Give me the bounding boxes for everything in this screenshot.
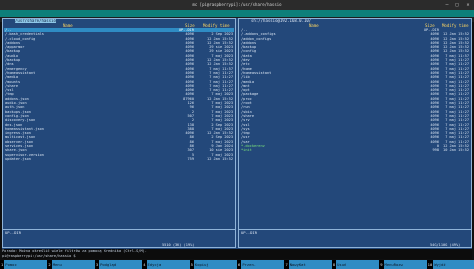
fkey-4[interactable]: 4 Edycja bbox=[142, 260, 190, 269]
file-name: updater.json bbox=[5, 156, 31, 161]
terminal-window: mc [pi@raspberrypi]:/usr/share/hassio – … bbox=[0, 0, 474, 269]
right-panel-path[interactable]: sh://hassio@192.168.0.10/ bbox=[251, 19, 311, 23]
fkey-number: 10 bbox=[427, 262, 433, 267]
close-icon[interactable]: ✕ bbox=[465, 2, 471, 8]
file-mtime: 12 Jan 15:52 bbox=[207, 156, 233, 161]
fkey-1[interactable]: 1 Pomoc bbox=[0, 260, 48, 269]
file-mtime: 10 Jan 15:52 bbox=[443, 148, 469, 153]
fkey-8[interactable]: 8 Usuń bbox=[332, 260, 380, 269]
right-file-list[interactable]: /.. UP--DIR/.addons_configs 4096 12 Jan 15:… bbox=[240, 28, 470, 153]
right-panel[interactable]: sh://hassio@192.168.0.10/ Name Size Modi… bbox=[238, 18, 472, 248]
fkey-6[interactable]: 6 Przen. bbox=[237, 260, 285, 269]
fkey-label: Pomoc bbox=[4, 260, 48, 269]
right-panel-divider bbox=[239, 229, 471, 230]
file-row[interactable]: *init 998 10 Jan 15:52 bbox=[240, 148, 470, 152]
fkey-10[interactable]: 10 Wyjdź bbox=[427, 260, 474, 269]
fkey-label: Kopiuj bbox=[193, 260, 238, 269]
window-title: mc [pi@raspberrypi]:/usr/share/hassio bbox=[192, 2, 282, 7]
fkey-label: Przen. bbox=[241, 260, 285, 269]
fkey-label: NowyKat bbox=[288, 260, 332, 269]
file-size: 998 bbox=[432, 148, 440, 153]
mc-screen: /usr/share/hassio Name Size Modify time … bbox=[2, 18, 472, 259]
file-size: 759 bbox=[187, 156, 195, 161]
left-panel-divider bbox=[3, 229, 235, 230]
left-panel[interactable]: /usr/share/hassio Name Size Modify time … bbox=[2, 18, 236, 248]
fkey-7[interactable]: 7 NowyKat bbox=[284, 260, 332, 269]
fkey-5[interactable]: 5 Kopiuj bbox=[190, 260, 238, 269]
file-name: *init bbox=[241, 148, 252, 153]
fkey-2[interactable]: 2 Menu bbox=[47, 260, 95, 269]
fkey-label: Edycja bbox=[146, 260, 190, 269]
left-disk-summary: 5510 (3K) (19%) bbox=[161, 243, 196, 247]
left-panel-path[interactable]: /usr/share/hassio bbox=[15, 19, 56, 23]
fkey-label: Wyjdź bbox=[433, 260, 474, 269]
window-titlebar: mc [pi@raspberrypi]:/usr/share/hassio – … bbox=[0, 0, 474, 10]
left-file-list[interactable]: /.. UP--DIR/.bash_credentials 4096 2 Sep 20… bbox=[4, 28, 234, 161]
fkey-label: MenuRozw bbox=[383, 260, 427, 269]
function-key-bar: 1 Pomoc 2 Menu 3 Podgląd 4 Edycja 5 Kopiuj 6 Przen.… bbox=[0, 260, 474, 269]
right-disk-summary: 54G/110G (49%) bbox=[429, 243, 462, 247]
fkey-3[interactable]: 3 Podgląd bbox=[95, 260, 143, 269]
fkey-label: Usuń bbox=[336, 260, 380, 269]
command-line[interactable]: pi@raspberrypi:/usr/share/hassio $ bbox=[2, 254, 472, 259]
maximize-icon[interactable]: □ bbox=[454, 2, 460, 8]
fkey-label: Menu bbox=[51, 260, 95, 269]
file-row[interactable]: updater.json 759 12 Jan 15:52 bbox=[4, 157, 234, 161]
mc-menubar[interactable] bbox=[0, 10, 474, 17]
minimize-icon[interactable]: – bbox=[444, 2, 450, 8]
fkey-label: Podgląd bbox=[99, 260, 143, 269]
fkey-9[interactable]: 9 MenuRozw bbox=[379, 260, 427, 269]
right-mini-status: UP--DIR bbox=[241, 230, 258, 235]
left-mini-status: UP--DIR bbox=[5, 230, 22, 235]
